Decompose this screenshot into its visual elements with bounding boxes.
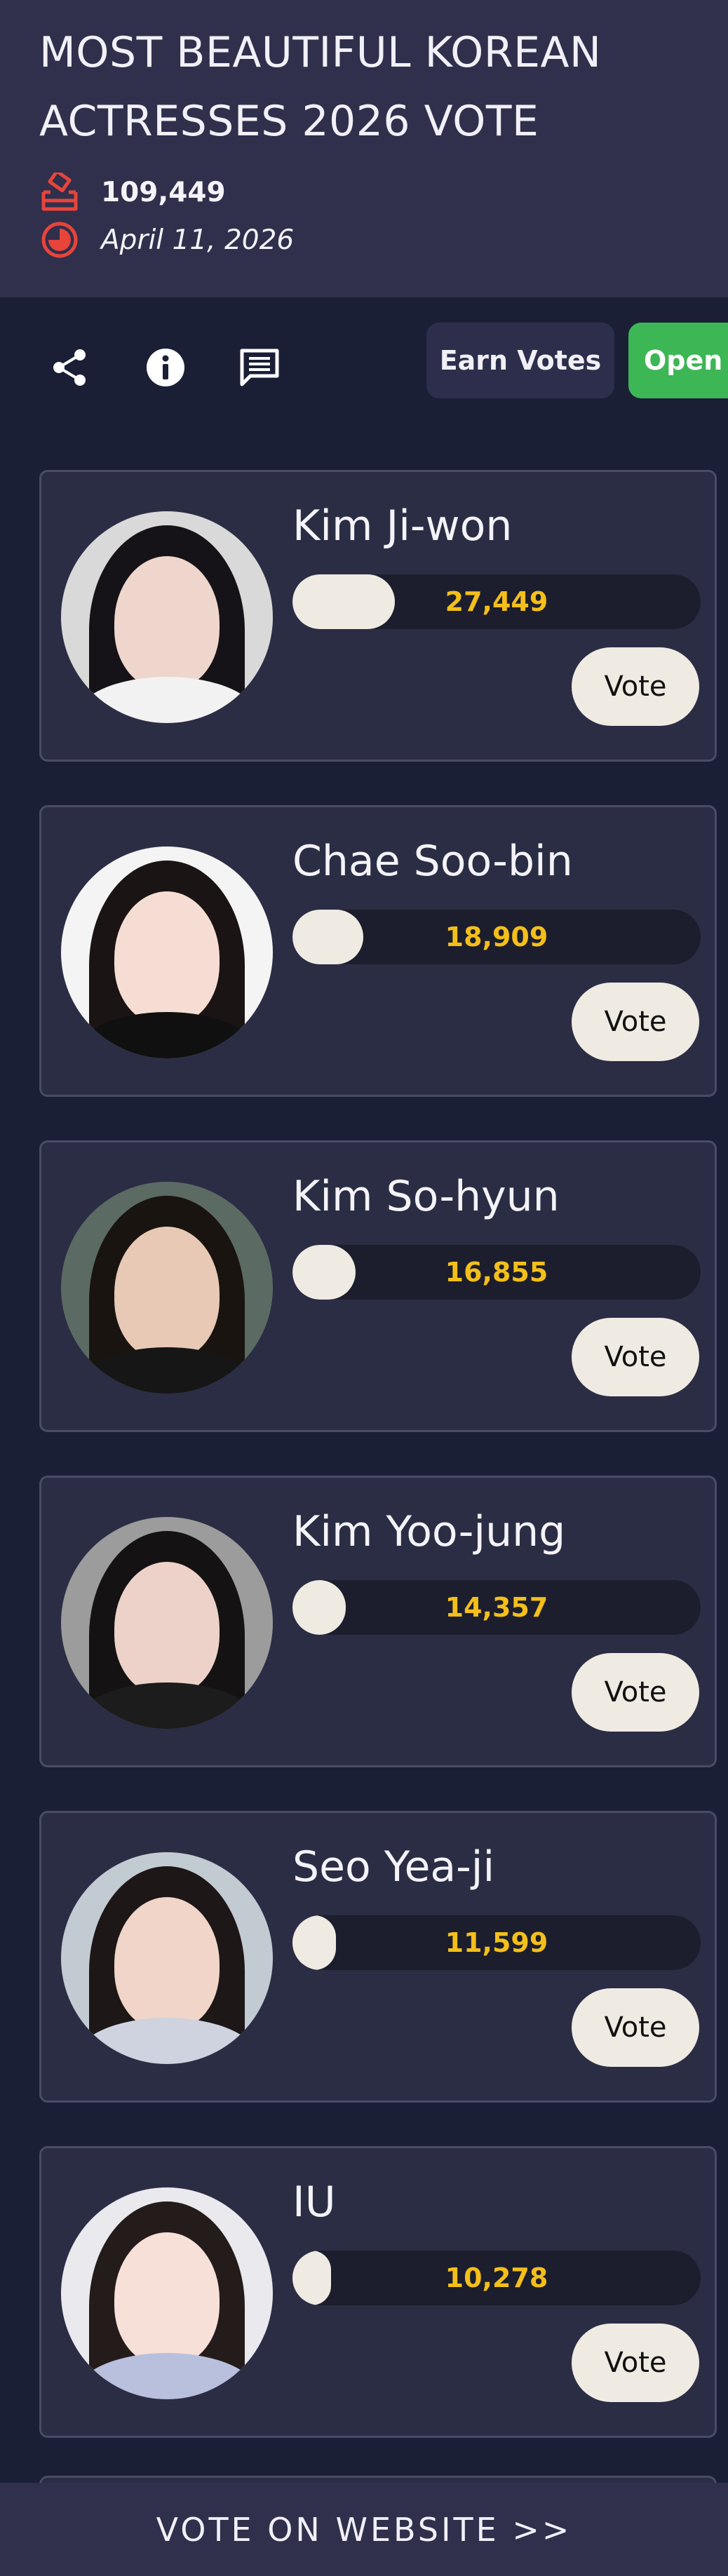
candidate-card: IU 10,278 Vote xyxy=(39,2146,717,2438)
candidate-name: Chae Soo-bin xyxy=(292,837,573,886)
candidate-photo xyxy=(61,2187,273,2399)
candidate-name: Kim Ji-won xyxy=(292,501,513,551)
comment-icon[interactable] xyxy=(231,339,288,396)
candidate-name: Kim Yoo-jung xyxy=(292,1507,566,1556)
candidate-photo xyxy=(61,847,273,1058)
vote-count: 27,449 xyxy=(445,586,548,617)
total-votes-value: 109,449 xyxy=(101,176,226,208)
candidate-photo xyxy=(61,511,273,723)
share-icon[interactable] xyxy=(42,339,98,396)
total-votes-row: 109,449 xyxy=(39,173,226,212)
candidate-name: Kim So-hyun xyxy=(292,1172,560,1221)
vote-progress-bar: 27,449 xyxy=(292,574,701,629)
ballot-box-icon xyxy=(39,173,80,212)
vote-progress-bar: 18,909 xyxy=(292,910,701,964)
candidate-name: IU xyxy=(292,2178,336,2227)
vote-count: 18,909 xyxy=(445,922,548,952)
candidate-name: Seo Yea-ji xyxy=(292,1842,495,1891)
poll-title: MOST BEAUTIFUL KOREAN ACTRESSES 2026 VOT… xyxy=(39,28,602,146)
candidate-photo xyxy=(61,1182,273,1394)
vote-progress-bar: 11,599 xyxy=(292,1915,701,1970)
vote-count: 16,855 xyxy=(445,1257,548,1288)
vote-button[interactable]: Vote xyxy=(572,1653,699,1732)
vote-progress-bar: 16,855 xyxy=(292,1245,701,1300)
candidate-card: Kim Ji-won 27,449 Vote xyxy=(39,470,717,762)
vote-button[interactable]: Vote xyxy=(572,2324,699,2402)
vote-button[interactable]: Vote xyxy=(572,1988,699,2067)
date-row: April 11, 2026 xyxy=(39,220,294,259)
vote-button[interactable]: Vote xyxy=(572,647,699,726)
info-icon[interactable] xyxy=(137,339,194,396)
vote-count: 11,599 xyxy=(445,1927,548,1958)
clock-icon xyxy=(39,220,80,259)
candidate-card: Kim Yoo-jung 14,357 Vote xyxy=(39,1476,717,1767)
vote-count: 10,278 xyxy=(445,2263,548,2293)
candidate-photo xyxy=(61,1517,273,1729)
action-toolbar: Earn Votes Open xyxy=(0,297,728,424)
vote-progress-bar: 10,278 xyxy=(292,2251,701,2305)
vote-button[interactable]: Vote xyxy=(572,1318,699,1396)
vote-count: 14,357 xyxy=(445,1592,548,1623)
poll-header: MOST BEAUTIFUL KOREAN ACTRESSES 2026 VOT… xyxy=(0,0,728,297)
open-button[interactable]: Open xyxy=(628,323,728,398)
vote-on-website-banner[interactable]: VOTE ON WEBSITE >> xyxy=(0,2483,728,2576)
candidate-photo xyxy=(61,1852,273,2064)
vote-progress-bar: 14,357 xyxy=(292,1580,701,1635)
earn-votes-button[interactable]: Earn Votes xyxy=(426,323,614,398)
candidate-card: Seo Yea-ji 11,599 Vote xyxy=(39,1811,717,2103)
candidate-card: Kim So-hyun 16,855 Vote xyxy=(39,1140,717,1432)
poll-date: April 11, 2026 xyxy=(101,224,295,256)
candidate-card: Chae Soo-bin 18,909 Vote xyxy=(39,805,717,1097)
vote-button[interactable]: Vote xyxy=(572,983,699,1061)
